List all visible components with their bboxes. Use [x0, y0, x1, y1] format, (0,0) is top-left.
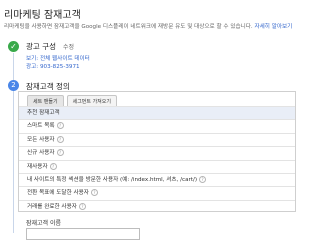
step1-ad-link[interactable]: 광고: 903-825-3971 [26, 62, 80, 70]
learn-more-link[interactable]: 자세히 알아보기 [254, 24, 292, 30]
segment-list: 추천 잠재고객 스마트 목록? 모든 사용자? 신규 사용자? 재사용자? 내 … [19, 106, 295, 213]
segment-label: 전환 목표에 도달한 사용자 [27, 190, 89, 197]
segment-item-returning-users[interactable]: 재사용자? [19, 159, 295, 173]
segment-label: 내 사이트의 특정 섹션을 방문한 사용자 (예: /index.html, 셔… [27, 176, 198, 183]
segment-label: 재사용자 [27, 163, 48, 170]
help-icon[interactable]: ? [90, 189, 98, 197]
segment-item-visited-section[interactable]: 내 사이트의 특정 섹션을 방문한 사용자 (예: /index.html, 셔… [19, 172, 295, 186]
page-description: 리마케팅을 사용하면 잠재고객을 Google 디스플레이 네트워크에 재방문 … [4, 22, 300, 30]
segment-item-smart-list[interactable]: 스마트 목록? [19, 119, 295, 132]
segment-item-recommended[interactable]: 추천 잠재고객 [19, 106, 295, 120]
segment-item-transactions[interactable]: 거래를 완료한 사용자? [19, 199, 295, 213]
help-icon[interactable]: ? [56, 122, 64, 130]
help-icon[interactable]: ? [199, 175, 207, 183]
segment-item-all-users[interactable]: 모든 사용자? [19, 132, 295, 146]
step1-view-link[interactable]: 보기: 전체 웹사이트 데이터 [26, 54, 90, 62]
help-icon[interactable]: ? [78, 202, 86, 210]
help-icon[interactable]: ? [49, 162, 57, 170]
page-title: 리마케팅 잠재고객 [4, 10, 81, 21]
help-icon[interactable]: ? [56, 135, 64, 143]
segment-label: 스마트 목록 [27, 123, 55, 130]
step1-edit-link[interactable]: 수정 [63, 42, 74, 51]
description-text: 리마케팅을 사용하면 잠재고객을 Google 디스플레이 네트워크에 재방문 … [4, 24, 253, 30]
audience-name-label: 잠재고객 이름 [26, 220, 62, 227]
audience-panel: 세트 맨들기 세그먼트 가져오기 추천 잠재고객 스마트 목록? 모든 사용자?… [18, 91, 296, 212]
help-icon[interactable]: ? [56, 149, 64, 157]
step2-number: 2 [8, 80, 19, 91]
segment-item-new-users[interactable]: 신규 사용자? [19, 146, 295, 159]
check-icon: ✓ [8, 41, 19, 52]
segment-label: 모든 사용자 [27, 136, 55, 143]
step1-title: 광고 구성 [26, 42, 56, 51]
segment-item-goal-completers[interactable]: 전환 목표에 도달한 사용자? [19, 186, 295, 199]
segment-label: 추천 잠재고객 [27, 110, 60, 116]
segment-label: 신규 사용자 [27, 150, 55, 157]
segment-label: 거래를 완료한 사용자 [27, 203, 77, 210]
audience-name-input[interactable] [26, 228, 140, 240]
